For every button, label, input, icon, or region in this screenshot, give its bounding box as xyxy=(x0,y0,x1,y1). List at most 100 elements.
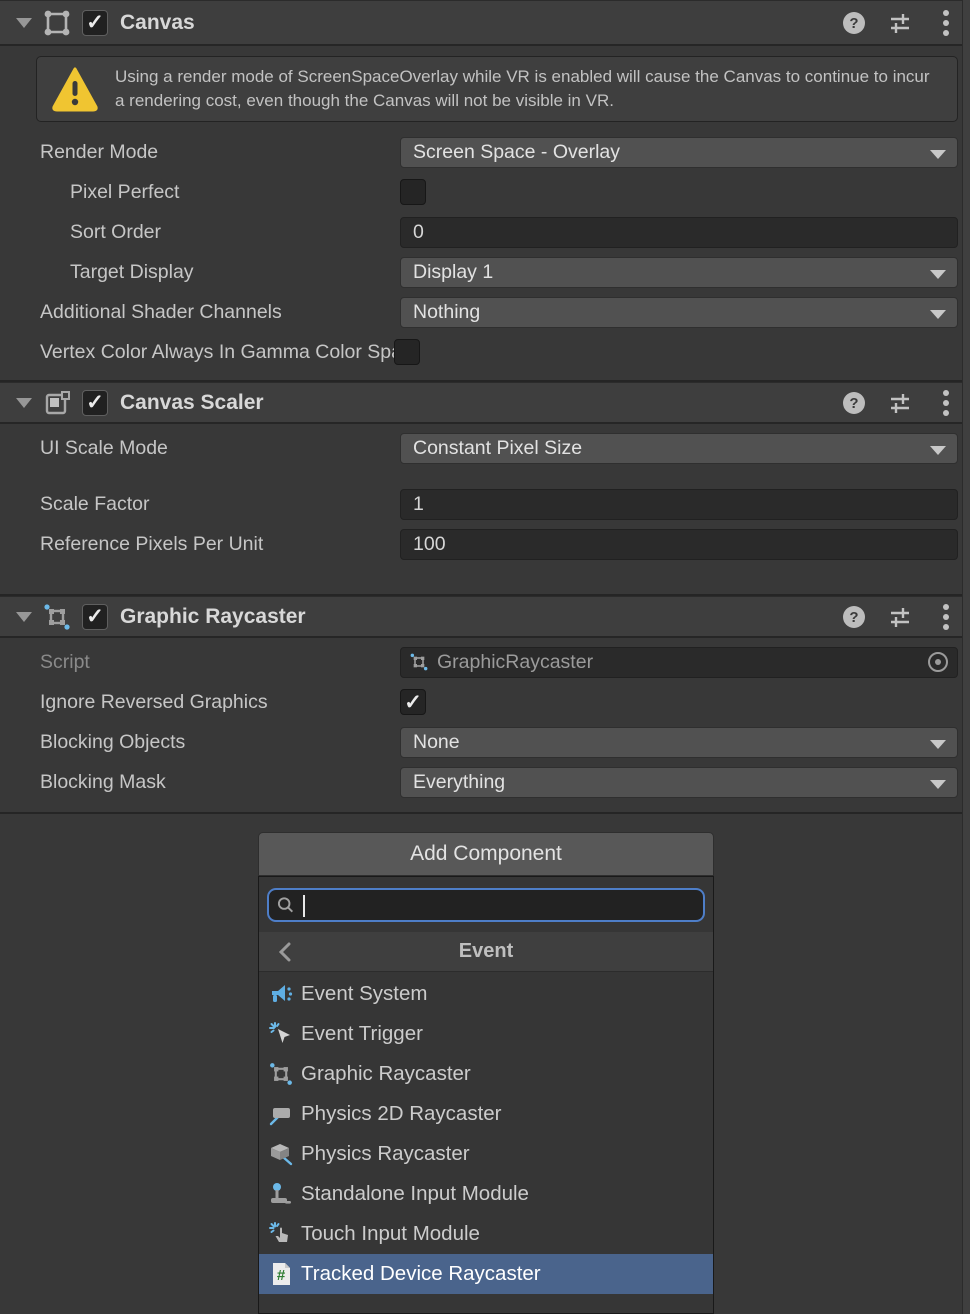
target-display-label: Target Display xyxy=(40,261,400,284)
add-component-button[interactable]: Add Component xyxy=(258,832,714,876)
canvas-enabled-checkbox[interactable]: ✓ xyxy=(82,10,108,36)
presets-icon[interactable] xyxy=(888,391,912,415)
sort-order-input[interactable]: 0 xyxy=(400,217,958,248)
event-system-icon xyxy=(267,980,295,1008)
ignore-reversed-graphics-checkbox[interactable]: ✓ xyxy=(400,689,426,715)
foldout-arrow-icon[interactable] xyxy=(16,612,32,622)
ui-scale-mode-label: UI Scale Mode xyxy=(40,437,400,460)
kebab-menu-icon[interactable] xyxy=(934,391,958,415)
component-header-canvas-scaler: ✓ Canvas Scaler ? xyxy=(0,382,970,424)
svg-text:?: ? xyxy=(849,609,858,626)
menu-item-standalone-input-module[interactable]: Standalone Input Module xyxy=(259,1174,713,1214)
menu-item-physics-2d-raycaster[interactable]: Physics 2D Raycaster xyxy=(259,1094,713,1134)
presets-icon[interactable] xyxy=(888,11,912,35)
menu-item-touch-input-module[interactable]: Touch Input Module xyxy=(259,1214,713,1254)
svg-text:#: # xyxy=(277,1267,286,1284)
graphic-raycaster-enabled-checkbox[interactable]: ✓ xyxy=(82,604,108,630)
component-menu-list: Event System Event Trigger xyxy=(259,972,713,1294)
menu-item-graphic-raycaster[interactable]: Graphic Raycaster xyxy=(259,1054,713,1094)
svg-text:?: ? xyxy=(849,395,858,412)
script-object-field[interactable]: GraphicRaycaster xyxy=(400,647,958,678)
blocking-objects-label: Blocking Objects xyxy=(40,731,400,754)
component-title: Graphic Raycaster xyxy=(120,605,306,629)
graphic-raycaster-icon xyxy=(42,602,72,632)
graphic-raycaster-properties: Script GraphicRaycaster xyxy=(0,638,970,810)
svg-text:?: ? xyxy=(849,15,858,32)
canvas-icon xyxy=(42,8,72,38)
pixel-perfect-label: Pixel Perfect xyxy=(40,181,400,204)
component-title: Canvas xyxy=(120,11,195,35)
event-trigger-icon xyxy=(267,1020,295,1048)
pixel-perfect-row: Pixel Perfect ✓ xyxy=(0,172,970,212)
sort-order-label: Sort Order xyxy=(40,221,400,244)
additional-shader-channels-dropdown[interactable]: Nothing xyxy=(400,297,958,328)
kebab-menu-icon[interactable] xyxy=(934,11,958,35)
vertex-color-gamma-row: Vertex Color Always In Gamma Color Space… xyxy=(0,332,970,372)
scale-factor-input[interactable]: 1 xyxy=(400,489,958,520)
menu-item-physics-raycaster[interactable]: Physics Raycaster xyxy=(259,1134,713,1174)
graphic-raycaster-icon xyxy=(409,652,429,672)
additional-shader-channels-label: Additional Shader Channels xyxy=(40,301,400,324)
component-header-graphic-raycaster: ✓ Graphic Raycaster ? xyxy=(0,596,970,638)
category-title: Event xyxy=(459,940,513,963)
reference-pixels-input[interactable]: 100 xyxy=(400,529,958,560)
vertex-color-gamma-checkbox[interactable]: ✓ xyxy=(394,339,420,365)
chevron-down-icon xyxy=(930,270,946,279)
standalone-input-module-icon xyxy=(267,1180,295,1208)
text-caret xyxy=(303,895,305,917)
script-row: Script GraphicRaycaster xyxy=(0,642,970,682)
menu-item-event-system[interactable]: Event System xyxy=(259,974,713,1014)
sort-order-row: Sort Order 0 xyxy=(0,212,970,252)
help-icon[interactable]: ? xyxy=(842,391,866,415)
presets-icon[interactable] xyxy=(888,605,912,629)
blocking-objects-dropdown[interactable]: None xyxy=(400,727,958,758)
search-icon xyxy=(277,896,294,914)
scrollbar-track[interactable] xyxy=(962,0,970,1314)
canvas-scaler-icon xyxy=(42,388,72,418)
component-search-input[interactable] xyxy=(294,894,695,916)
render-mode-label: Render Mode xyxy=(40,141,400,164)
touch-input-module-icon xyxy=(267,1220,295,1248)
back-chevron-icon[interactable] xyxy=(273,940,297,964)
blocking-mask-label: Blocking Mask xyxy=(40,771,400,794)
menu-item-event-trigger[interactable]: Event Trigger xyxy=(259,1014,713,1054)
blocking-objects-row: Blocking Objects None xyxy=(0,722,970,762)
canvas-scaler-enabled-checkbox[interactable]: ✓ xyxy=(82,390,108,416)
chevron-down-icon xyxy=(930,780,946,789)
graphic-raycaster-icon xyxy=(267,1060,295,1088)
help-icon[interactable]: ? xyxy=(842,11,866,35)
category-header-event[interactable]: Event xyxy=(259,932,713,972)
component-header-canvas: ✓ Canvas ? xyxy=(0,0,970,46)
help-icon[interactable]: ? xyxy=(842,605,866,629)
render-mode-dropdown[interactable]: Screen Space - Overlay xyxy=(400,137,958,168)
canvas-scaler-properties: UI Scale Mode Constant Pixel Size Scale … xyxy=(0,424,970,594)
unity-inspector-panel: ✓ Canvas ? Using a render mo xyxy=(0,0,970,1314)
vr-render-warning: Using a render mode of ScreenSpaceOverla… xyxy=(36,56,958,122)
chevron-down-icon xyxy=(930,740,946,749)
chevron-down-icon xyxy=(930,150,946,159)
physics-2d-raycaster-icon xyxy=(267,1100,295,1128)
ui-scale-mode-dropdown[interactable]: Constant Pixel Size xyxy=(400,433,958,464)
ignore-reversed-graphics-label: Ignore Reversed Graphics xyxy=(40,691,400,714)
additional-shader-channels-row: Additional Shader Channels Nothing xyxy=(0,292,970,332)
ui-scale-mode-row: UI Scale Mode Constant Pixel Size xyxy=(0,428,970,468)
reference-pixels-row: Reference Pixels Per Unit 100 xyxy=(0,524,970,564)
pixel-perfect-checkbox[interactable]: ✓ xyxy=(400,179,426,205)
menu-item-tracked-device-raycaster[interactable]: # Tracked Device Raycaster xyxy=(259,1254,713,1294)
foldout-arrow-icon[interactable] xyxy=(16,18,32,28)
component-search-box[interactable] xyxy=(267,888,705,922)
object-picker-icon[interactable] xyxy=(927,651,949,673)
chevron-down-icon xyxy=(930,310,946,319)
kebab-menu-icon[interactable] xyxy=(934,605,958,629)
warning-text: Using a render mode of ScreenSpaceOverla… xyxy=(115,65,943,113)
scale-factor-label: Scale Factor xyxy=(40,493,400,516)
chevron-down-icon xyxy=(930,446,946,455)
add-component-popup: Event Event System xyxy=(258,876,714,1314)
target-display-dropdown[interactable]: Display 1 xyxy=(400,257,958,288)
ignore-reversed-graphics-row: Ignore Reversed Graphics ✓ xyxy=(0,682,970,722)
blocking-mask-row: Blocking Mask Everything xyxy=(0,762,970,802)
foldout-arrow-icon[interactable] xyxy=(16,398,32,408)
blocking-mask-dropdown[interactable]: Everything xyxy=(400,767,958,798)
component-title: Canvas Scaler xyxy=(120,391,264,415)
scale-factor-row: Scale Factor 1 xyxy=(0,484,970,524)
